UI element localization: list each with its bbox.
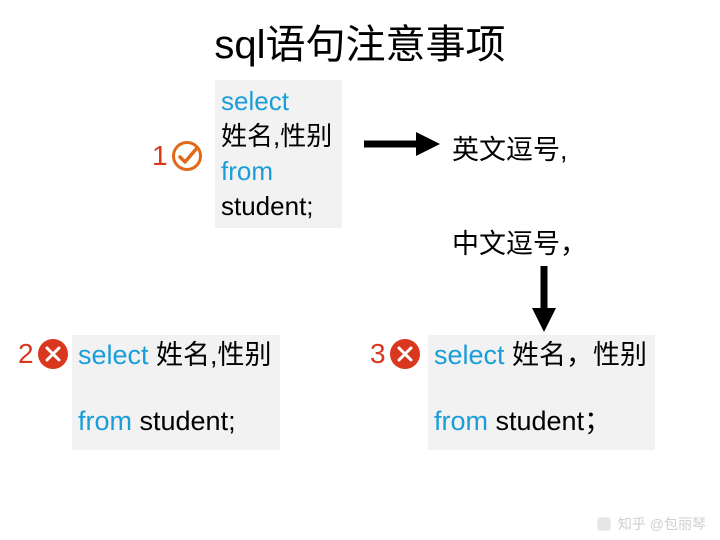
annotation-chinese-comma: 中文逗号， — [452, 222, 587, 261]
code-box-wrong-2: select 姓名,性别 from student; — [72, 335, 280, 450]
keyword-select: select — [434, 340, 505, 370]
keyword-from: from — [221, 154, 332, 189]
arrow-right-icon — [362, 130, 440, 158]
code-line: select 姓名，性别 — [434, 337, 647, 373]
code-box-wrong-3: select 姓名，性别 from student； — [428, 335, 655, 450]
code-box-correct: select 姓名,性别 from student; — [215, 80, 342, 228]
page-title: sql语句注意事项 — [0, 0, 720, 70]
table-text: student; — [132, 406, 236, 436]
watermark: 知乎 @包丽琴 — [596, 514, 706, 534]
columns-text: 姓名，性别 — [505, 340, 648, 370]
keyword-select: select — [221, 84, 332, 119]
keyword-select: select — [78, 340, 149, 370]
watermark-text: 知乎 @包丽琴 — [618, 514, 706, 534]
code-line: from student； — [434, 403, 647, 439]
marker-2-cross: 2 — [18, 338, 68, 370]
marker-number: 2 — [18, 338, 34, 370]
arrow-down-icon — [530, 264, 558, 332]
keyword-from: from — [78, 406, 132, 436]
columns-text: 姓名,性别 — [221, 119, 332, 154]
marker-number: 1 — [152, 140, 168, 172]
marker-3-cross: 3 — [370, 338, 420, 370]
keyword-from: from — [434, 406, 488, 436]
marker-number: 3 — [370, 338, 386, 370]
check-icon — [172, 141, 202, 171]
code-line: select 姓名,性别 — [78, 337, 272, 373]
columns-text: 姓名,性别 — [149, 340, 272, 370]
cross-icon — [390, 339, 420, 369]
code-line: from student; — [78, 403, 272, 439]
zhihu-icon — [596, 516, 612, 532]
cross-icon — [38, 339, 68, 369]
table-text: student； — [488, 406, 611, 436]
annotation-english-comma: 英文逗号, — [452, 128, 568, 167]
table-text: student; — [221, 189, 332, 224]
marker-1-check: 1 — [152, 140, 202, 172]
